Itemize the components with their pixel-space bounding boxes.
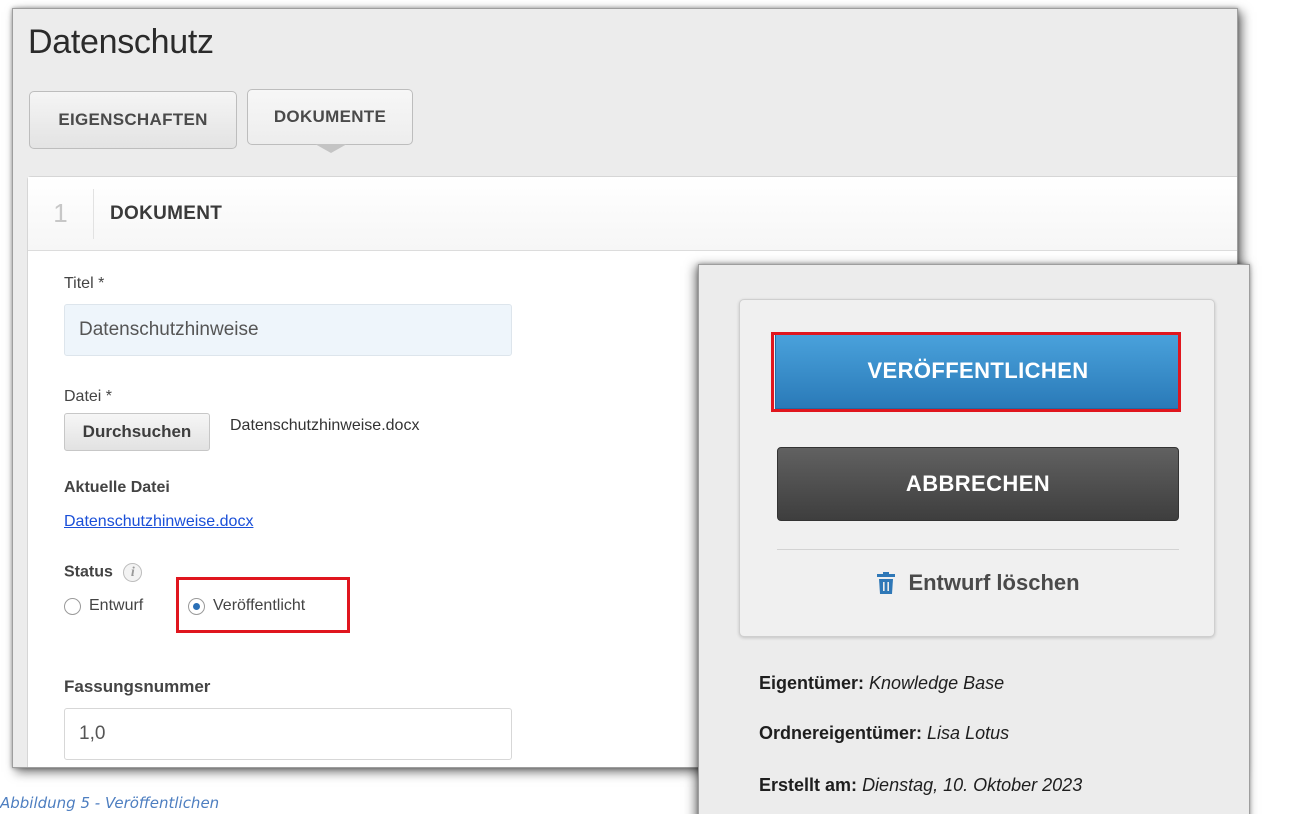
radio-circle-unselected[interactable] [64,597,81,615]
figure-caption: Abbildung 5 - Veröffentlichen [0,794,220,812]
section-header[interactable]: 1 DOKUMENT [28,177,1237,251]
divider [777,549,1179,550]
publish-highlight-box [771,332,1181,412]
meta-created-key: Erstellt am: [759,775,858,795]
meta-owner-key: Eigentümer: [759,673,865,693]
status-highlight-box [176,577,350,633]
version-input[interactable]: 1,0 [64,708,512,760]
meta-folder-owner: Ordnereigentümer: Lisa Lotus [759,723,1009,744]
active-tab-pointer [315,144,347,153]
meta-folder-owner-key: Ordnereigentümer: [759,723,923,743]
tab-eigenschaften[interactable]: EIGENSCHAFTEN [29,91,237,149]
publish-panel: VERÖFFENTLICHEN ABBRECHEN Entwurf lösche… [698,264,1250,814]
cancel-button[interactable]: ABBRECHEN [777,447,1179,521]
selected-file-name: Datenschutzhinweise.docx [230,417,420,434]
meta-folder-owner-value: Lisa Lotus [927,723,1010,743]
meta-owner: Eigentümer: Knowledge Base [759,673,1004,694]
status-label-row: Status i [64,563,143,582]
radio-entwurf[interactable]: Entwurf [64,591,143,621]
current-file-link[interactable]: Datenschutzhinweise.docx [64,513,253,531]
title-input[interactable]: Datenschutzhinweise [64,304,512,356]
browse-button[interactable]: Durchsuchen [64,413,210,451]
page-title: Datenschutz [28,23,214,61]
meta-owner-value: Knowledge Base [869,673,1005,693]
tab-dokumente[interactable]: DOKUMENTE [247,89,413,145]
info-icon[interactable]: i [123,563,143,582]
title-label: Titel * [64,275,105,292]
meta-created-value: Dienstag, 10. Oktober 2023 [862,775,1083,795]
file-label: Datei * [64,388,113,405]
meta-created: Erstellt am: Dienstag, 10. Oktober 2023 [759,775,1082,796]
trash-icon [877,572,896,594]
current-file-label: Aktuelle Datei [64,479,170,496]
delete-draft-label: Entwurf löschen [908,570,1080,595]
version-label: Fassungsnummer [64,677,211,696]
delete-draft-link[interactable]: Entwurf löschen [777,563,1179,603]
section-number: 1 [28,188,94,239]
radio-entwurf-label: Entwurf [89,597,144,614]
status-label: Status [64,563,113,581]
section-title: DOKUMENT [110,202,223,224]
